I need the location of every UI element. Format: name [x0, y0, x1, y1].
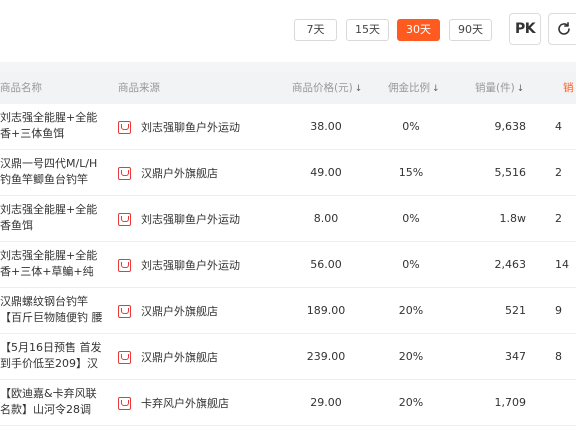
table-row[interactable]: 刘志强全能腥+全能香+三体鱼饵 刘志强聊鱼户外运动 38.00 0% 9,638…: [0, 104, 576, 150]
price-value: 38.00: [310, 120, 342, 133]
table-header: 商品名称 商品来源 商品价格(元) ↓ 佣金比例 ↓ 销量(件) ↓ 销: [0, 72, 576, 104]
sort-arrow-icon: ↓: [354, 84, 363, 94]
product-name[interactable]: 【5月16日预售 首发到手价低至209】汉鼎…: [0, 340, 104, 373]
sort-arrow-icon: ↓: [516, 84, 525, 94]
sales-value: 347: [505, 350, 526, 363]
table-row[interactable]: 汉鼎螺纹钢台钓竿【百斤巨物随便钓 腰力… 汉鼎户外旗舰店 189.00 20% …: [0, 288, 576, 334]
table-row[interactable]: 【5月16日预售 首发到手价低至209】汉鼎… 汉鼎户外旗舰店 239.00 2…: [0, 334, 576, 380]
extra-value: 2: [555, 166, 562, 179]
shop-name: 汉鼎户外旗舰店: [141, 167, 218, 180]
product-name[interactable]: 【欧迪嘉&卡弃风联名款】山河令28调台…: [0, 386, 104, 419]
refresh-button[interactable]: [548, 13, 576, 45]
shop-cell[interactable]: 卡弃风户外旗舰店: [118, 380, 229, 426]
product-name[interactable]: 汉鼎一号四代M/L/H钓鱼竿鲫鱼台钓竿: [0, 156, 104, 189]
table-row[interactable]: 【欧迪嘉&卡弃风联名款】山河令28调台… 卡弃风户外旗舰店 29.00 20% …: [0, 380, 576, 426]
table-row[interactable]: 刘志强全能腥+全能香鱼饵 刘志强聊鱼户外运动 8.00 0% 1.8w 2: [0, 196, 576, 242]
price-value: 239.00: [306, 350, 346, 363]
header-commission-label: 佣金比例: [388, 82, 430, 94]
price-value: 56.00: [310, 258, 342, 271]
extra-value: 14: [555, 258, 569, 271]
shop-name: 汉鼎户外旗舰店: [141, 305, 218, 318]
shop-cell[interactable]: 刘志强聊鱼户外运动: [118, 242, 240, 288]
header-price[interactable]: 商品价格(元) ↓: [292, 72, 362, 105]
price-value: 8.00: [313, 212, 339, 225]
range-7-days-button[interactable]: 7天: [294, 19, 337, 41]
product-name[interactable]: 刘志强全能腥+全能香+三体鱼饵: [0, 110, 104, 143]
commission-value: 20%: [398, 396, 424, 409]
extra-value: 4: [555, 120, 562, 133]
commission-value: 0%: [402, 258, 420, 271]
price-value: 189.00: [306, 304, 346, 317]
sales-value: 521: [505, 304, 526, 317]
extra-value: 9: [555, 304, 562, 317]
shop-cell[interactable]: 刘志强聊鱼户外运动: [118, 196, 240, 242]
product-table: 商品名称 商品来源 商品价格(元) ↓ 佣金比例 ↓ 销量(件) ↓ 销 刘志强全能腥…: [0, 72, 576, 432]
table-row[interactable]: 汉鼎一号四代M/L/H钓鱼竿鲫鱼台钓竿 汉鼎户外旗舰店 49.00 15% 5,…: [0, 150, 576, 196]
commission-value: 0%: [402, 212, 420, 225]
shop-cell[interactable]: 汉鼎户外旗舰店: [118, 150, 218, 196]
shop-bag-icon: [118, 258, 131, 272]
header-extra[interactable]: 销: [563, 72, 574, 104]
extra-value: 2: [555, 212, 562, 225]
shop-cell[interactable]: 汉鼎户外旗舰店: [118, 288, 218, 334]
header-sales-label: 销量(件): [475, 82, 515, 94]
extra-value: 8: [555, 350, 562, 363]
sales-value: 5,516: [494, 166, 527, 179]
shop-bag-icon: [118, 212, 131, 226]
shop-cell[interactable]: 汉鼎户外旗舰店: [118, 334, 218, 380]
shop-name: 刘志强聊鱼户外运动: [141, 121, 240, 134]
pk-button[interactable]: PK: [509, 13, 541, 45]
shop-name: 卡弃风户外旗舰店: [141, 397, 229, 410]
product-name[interactable]: 刘志强全能腥+全能香+三体+草鳊+纯麦饵…: [0, 248, 104, 281]
sales-value: 1.8w: [499, 212, 527, 225]
shop-bag-icon: [118, 120, 131, 134]
commission-value: 0%: [402, 120, 420, 133]
range-15-days-button[interactable]: 15天: [346, 19, 389, 41]
shop-name: 刘志强聊鱼户外运动: [141, 213, 240, 226]
product-name[interactable]: 刘志强全能腥+全能香鱼饵: [0, 202, 104, 235]
shop-name: 汉鼎户外旗舰店: [141, 351, 218, 364]
header-name: 商品名称: [0, 82, 42, 94]
header-sales[interactable]: 销量(件) ↓: [475, 72, 524, 105]
table-row[interactable]: 刘志强全能腥+全能香+三体+草鳊+纯麦饵… 刘志强聊鱼户外运动 56.00 0%…: [0, 242, 576, 288]
header-source: 商品来源: [118, 82, 160, 94]
shop-cell[interactable]: 刘志强聊鱼户外运动: [118, 104, 240, 150]
shop-bag-icon: [118, 304, 131, 318]
price-value: 49.00: [310, 166, 342, 179]
pk-label: PK: [514, 21, 536, 37]
shop-bag-icon: [118, 166, 131, 180]
refresh-icon: [558, 22, 570, 35]
header-price-label: 商品价格(元): [292, 82, 353, 94]
commission-value: 15%: [398, 166, 424, 179]
range-30-days-button[interactable]: 30天: [397, 19, 440, 41]
product-name[interactable]: 汉鼎螺纹钢台钓竿【百斤巨物随便钓 腰力…: [0, 294, 104, 327]
shop-name: 刘志强聊鱼户外运动: [141, 259, 240, 272]
toolbar: 7天 15天 30天 90天 PK: [0, 0, 576, 62]
range-90-days-button[interactable]: 90天: [449, 19, 492, 41]
commission-value: 20%: [398, 304, 424, 317]
commission-value: 20%: [398, 350, 424, 363]
shop-bag-icon: [118, 396, 131, 410]
price-value: 29.00: [310, 396, 342, 409]
sort-arrow-icon: ↓: [432, 84, 440, 94]
header-commission[interactable]: 佣金比例 ↓: [388, 72, 440, 105]
sales-value: 1,709: [494, 396, 527, 409]
shop-bag-icon: [118, 350, 131, 364]
sales-value: 2,463: [494, 258, 527, 271]
sales-value: 9,638: [494, 120, 527, 133]
